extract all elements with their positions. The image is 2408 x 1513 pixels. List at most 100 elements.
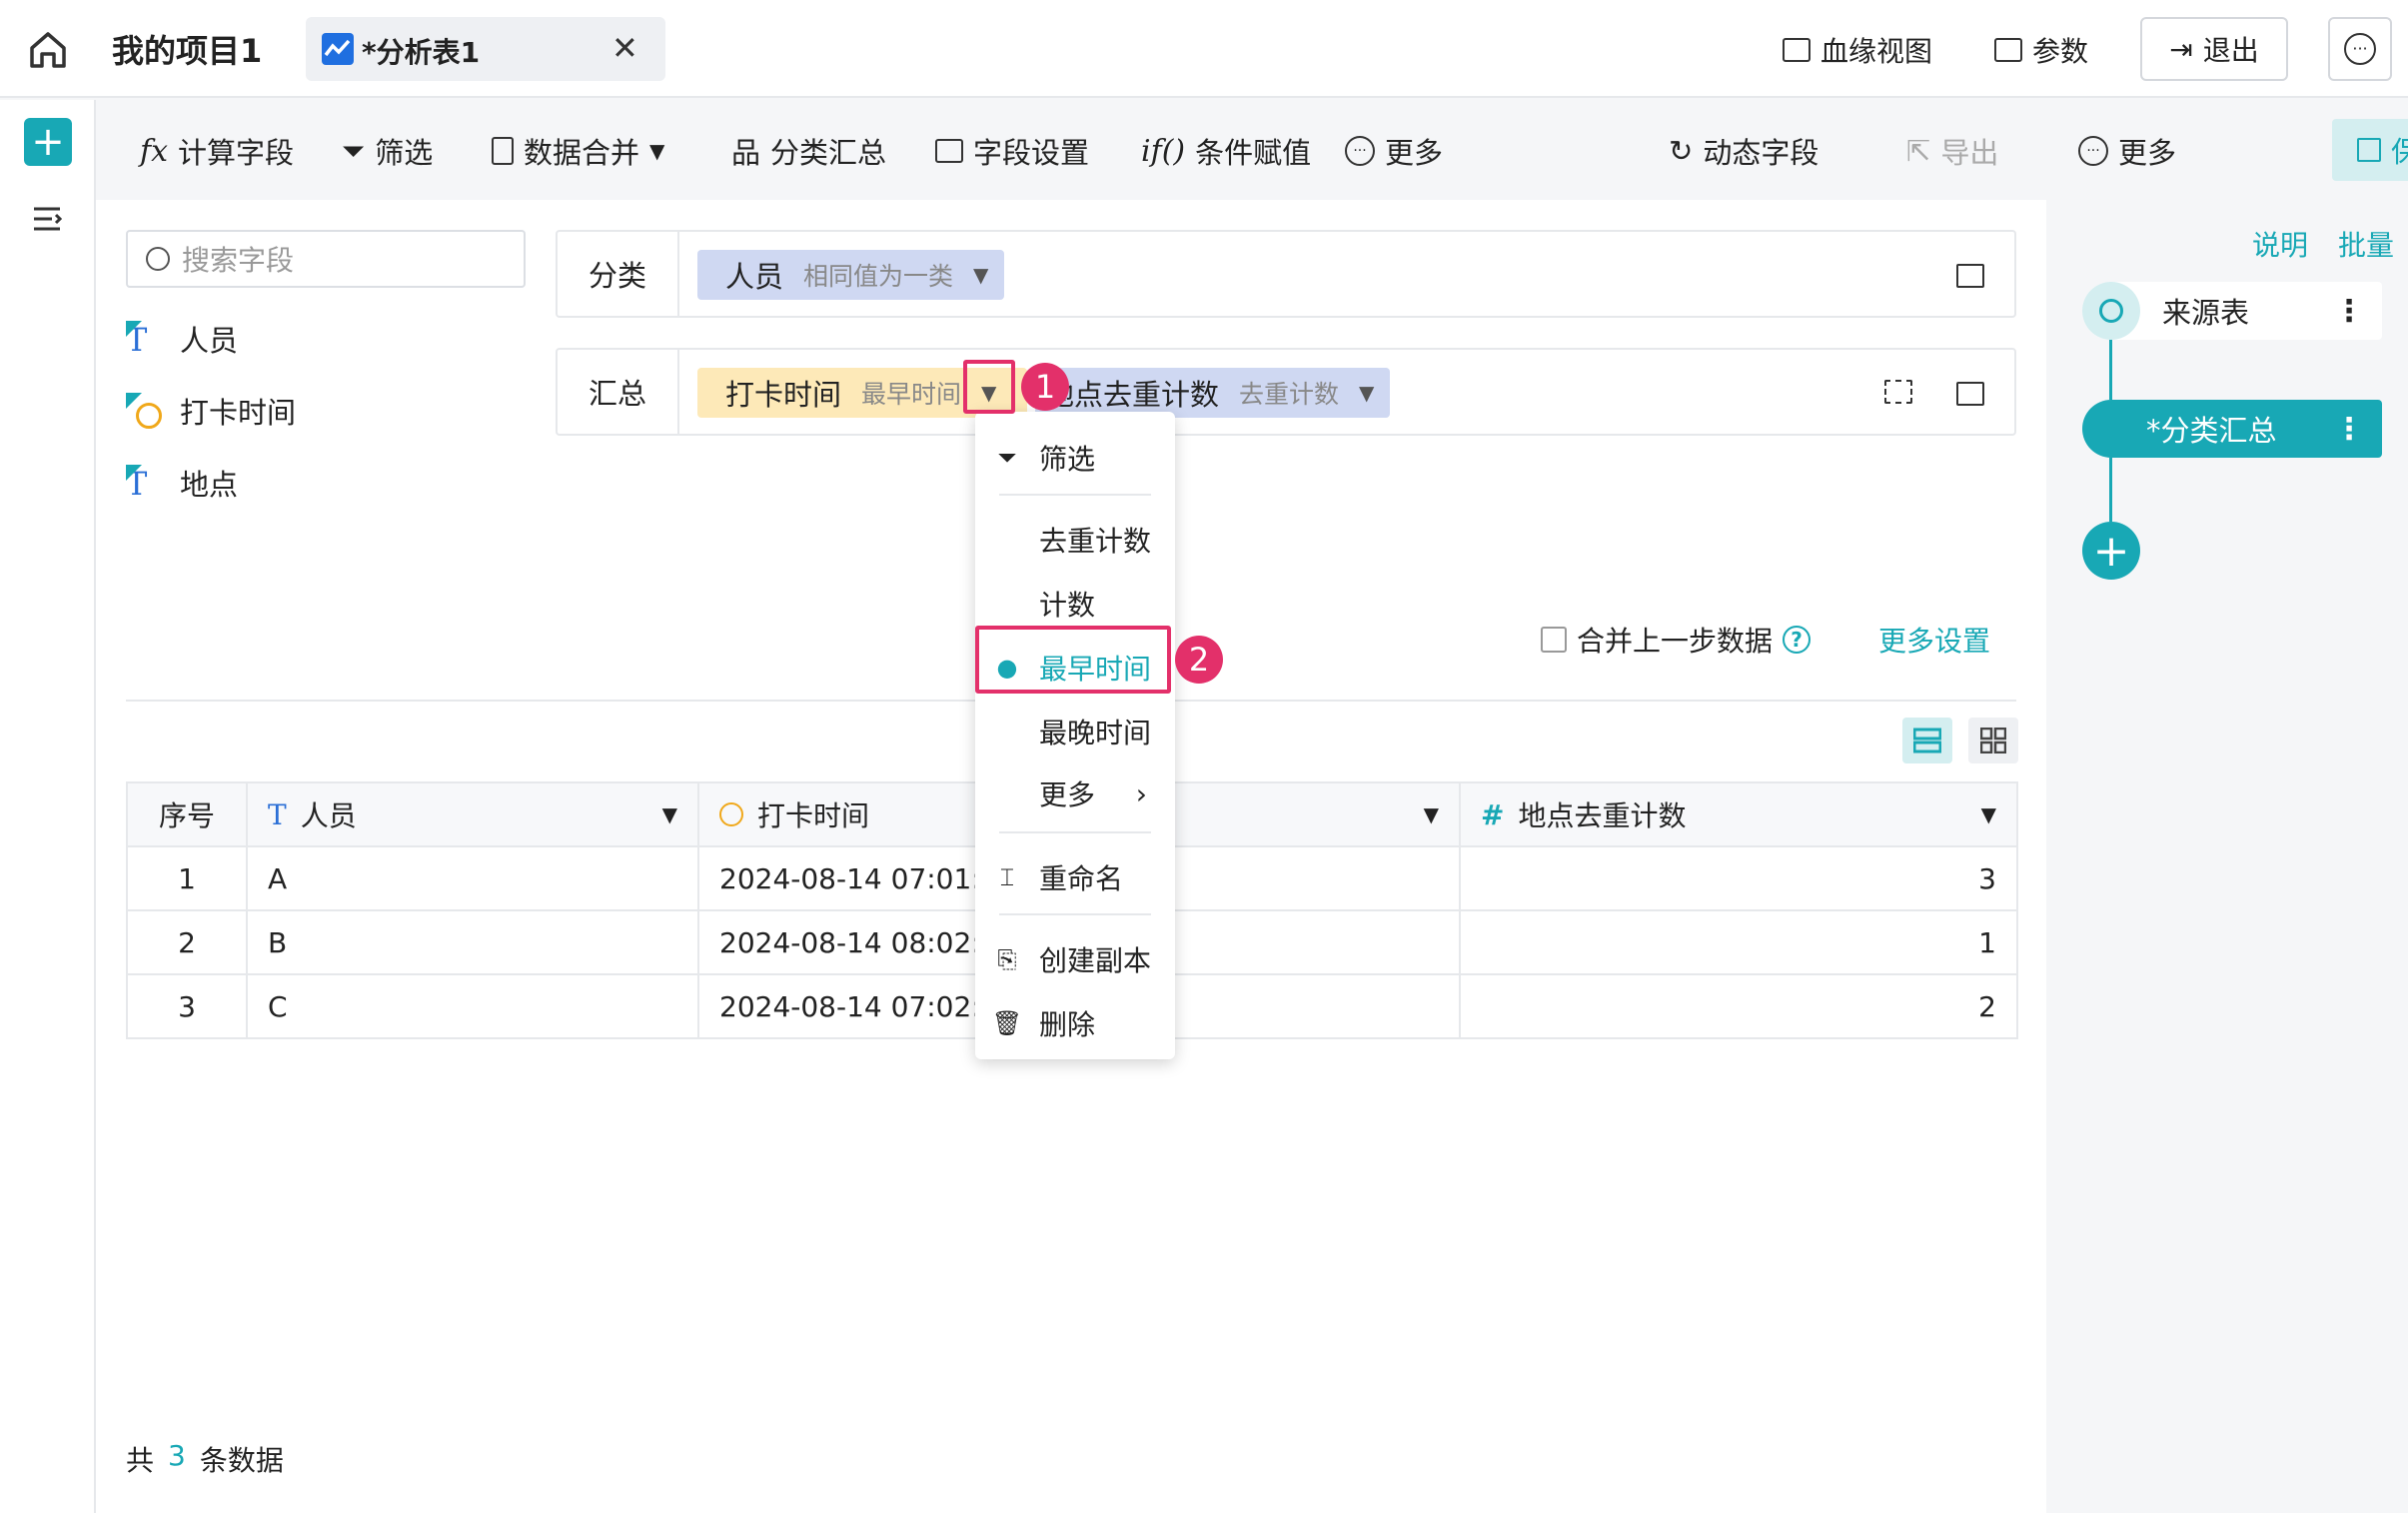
field-item-time[interactable]: 打卡时间 bbox=[126, 390, 296, 432]
calc-field-button[interactable]: fx 计算字段 bbox=[140, 130, 294, 172]
lineage-view-label: 血缘视图 bbox=[1820, 35, 1933, 68]
filter-label: 筛选 bbox=[375, 136, 434, 170]
list-view-toggle[interactable] bbox=[1902, 718, 1952, 763]
more-right-label: 更多 bbox=[2118, 136, 2177, 170]
lineage-icon bbox=[1783, 38, 1810, 62]
help-icon[interactable]: ? bbox=[1783, 626, 1811, 654]
batch-link[interactable]: 批量 bbox=[2338, 224, 2394, 264]
kebab-menu-icon[interactable]: ⋮ bbox=[2334, 294, 2364, 329]
close-icon[interactable]: ✕ bbox=[611, 29, 638, 67]
header-label: 序号 bbox=[158, 799, 215, 832]
menu-item-filter[interactable]: ⏷ 筛选 bbox=[975, 430, 1175, 486]
cell-count: 1 bbox=[1459, 909, 2018, 975]
menu-item-more[interactable]: 更多 › bbox=[975, 765, 1175, 821]
filter-button[interactable]: ⏷ 筛选 bbox=[342, 130, 433, 172]
menu-item-count[interactable]: 计数 bbox=[975, 576, 1175, 632]
dynamic-field-button[interactable]: ↻ 动态字段 bbox=[1669, 130, 1818, 172]
list-icon[interactable] bbox=[32, 206, 62, 232]
step-badge-1: 1 bbox=[1021, 363, 1069, 411]
group-summary-button[interactable]: 品 分类汇总 bbox=[731, 130, 886, 172]
lineage-view-button[interactable]: 血缘视图 bbox=[1783, 30, 1932, 70]
step-badge-2: 2 bbox=[1175, 636, 1223, 684]
right-panel-links: 说明 批量 bbox=[2252, 224, 2394, 264]
exit-button[interactable]: ⇥ 退出 bbox=[2140, 17, 2288, 81]
add-step-button[interactable]: + bbox=[2082, 522, 2140, 580]
group-summary-label: 分类汇总 bbox=[770, 136, 887, 170]
header-label: 地点去重计数 bbox=[1518, 799, 1687, 832]
group-zone-label: 分类 bbox=[558, 232, 679, 316]
explain-link[interactable]: 说明 bbox=[2252, 224, 2308, 264]
text-field-icon: T bbox=[126, 465, 148, 503]
field-settings-icon bbox=[935, 139, 963, 163]
more-circle-icon: ··· bbox=[2078, 136, 2108, 166]
field-name: 地点 bbox=[180, 468, 239, 502]
chip-mode: 相同值为一类 bbox=[803, 262, 954, 291]
clear-zone-icon[interactable] bbox=[1956, 264, 1984, 288]
chevron-down-icon[interactable]: ▼ bbox=[662, 802, 677, 826]
summary-chip-location[interactable]: 地点去重计数 去重计数 ▼ bbox=[1035, 368, 1391, 418]
export-label: 导出 bbox=[1940, 136, 1999, 170]
chevron-down-icon[interactable]: ▼ bbox=[1981, 802, 1996, 826]
export-button[interactable]: ⇱ 导出 bbox=[1906, 130, 1998, 172]
cell-person: A bbox=[246, 845, 699, 911]
menu-item-latest[interactable]: 最晚时间 bbox=[975, 704, 1175, 759]
toolbar: fx 计算字段 ⏷ 筛选 数据合并 ▼ 品 分类汇总 字段设置 if() 条件赋… bbox=[96, 100, 2408, 200]
header-person[interactable]: T 人员 ▼ bbox=[246, 781, 699, 847]
top-bar: 我的项目1 *分析表1 ✕ 血缘视图 参数 ⇥ 退出 ··· bbox=[0, 0, 2408, 98]
filter-icon: ⏷ bbox=[997, 444, 1017, 472]
exit-label: 退出 bbox=[2202, 34, 2259, 67]
dynamic-field-label: 动态字段 bbox=[1703, 136, 1819, 170]
header-index: 序号 bbox=[126, 781, 248, 847]
add-icon[interactable]: + bbox=[24, 118, 72, 166]
row-count-suffix: 条数据 bbox=[199, 1444, 284, 1477]
more-options-button[interactable]: ··· bbox=[2328, 17, 2392, 81]
chevron-down-icon[interactable]: ▼ bbox=[973, 263, 988, 287]
params-button[interactable]: 参数 bbox=[1994, 30, 2088, 70]
data-merge-button[interactable]: 数据合并 ▼ bbox=[492, 130, 664, 172]
header-count[interactable]: # 地点去重计数 ▼ bbox=[1459, 781, 2018, 847]
home-icon[interactable] bbox=[26, 28, 70, 72]
summary-zone-label: 汇总 bbox=[558, 350, 679, 434]
row-count-value: 3 bbox=[168, 1439, 186, 1472]
menu-item-rename[interactable]: ⌶ 重命名 bbox=[975, 849, 1175, 905]
condition-assign-button[interactable]: if() 条件赋值 bbox=[1141, 130, 1311, 172]
menu-item-duplicate[interactable]: ⎘ 创建副本 bbox=[975, 931, 1175, 987]
field-item-person[interactable]: T 人员 bbox=[126, 318, 238, 360]
menu-separator bbox=[999, 913, 1151, 915]
chevron-down-icon[interactable]: ▼ bbox=[1424, 802, 1439, 826]
clear-zone-icon[interactable] bbox=[1956, 382, 1984, 406]
clear-summary-icon[interactable] bbox=[1884, 380, 1912, 404]
cell-person: C bbox=[246, 973, 699, 1039]
kebab-menu-icon[interactable]: ⋮ bbox=[2334, 412, 2364, 447]
menu-item-distinct-count[interactable]: 去重计数 bbox=[975, 512, 1175, 568]
chevron-down-icon: ▼ bbox=[649, 139, 665, 163]
menu-item-label: 更多 bbox=[1039, 778, 1096, 811]
field-settings-button[interactable]: 字段设置 bbox=[935, 130, 1089, 172]
menu-separator bbox=[999, 494, 1151, 496]
source-table-node[interactable]: 来源表 ⋮ bbox=[2082, 282, 2382, 340]
search-placeholder: 搜索字段 bbox=[182, 244, 295, 277]
save-button[interactable]: 保存 bbox=[2332, 119, 2408, 181]
tab-analysis[interactable]: *分析表1 ✕ bbox=[306, 17, 665, 81]
group-chip-person[interactable]: 人员 相同值为一类 ▼ bbox=[697, 250, 1005, 300]
more-button[interactable]: ··· 更多 bbox=[1345, 130, 1443, 172]
more-right-button[interactable]: ··· 更多 bbox=[2078, 130, 2176, 172]
aggregation-menu: ⏷ 筛选 去重计数 计数 ● 最早时间 最晚时间 更多 › ⌶ 重命名 ⎘ 创建… bbox=[975, 412, 1175, 1059]
chevron-down-icon[interactable]: ▼ bbox=[1359, 381, 1374, 405]
merge-prev-checkbox[interactable] bbox=[1541, 627, 1567, 653]
summary-node[interactable]: *分类汇总 ⋮ bbox=[2082, 400, 2382, 458]
menu-separator bbox=[999, 831, 1151, 833]
flow-connector bbox=[2109, 458, 2112, 522]
menu-item-delete[interactable]: 🗑 删除 bbox=[975, 995, 1175, 1051]
search-field[interactable]: 搜索字段 bbox=[126, 230, 526, 288]
text-type-icon: T bbox=[268, 797, 287, 831]
grid-view-toggle[interactable] bbox=[1968, 718, 2018, 763]
left-rail: + bbox=[0, 100, 96, 1513]
menu-item-label: 筛选 bbox=[1039, 443, 1096, 476]
chart-line-icon bbox=[322, 33, 354, 65]
field-item-location[interactable]: T 地点 bbox=[126, 462, 238, 504]
more-settings-link[interactable]: 更多设置 bbox=[1878, 620, 1990, 660]
merge-prev-option[interactable]: 合并上一步数据 ? bbox=[1541, 620, 1811, 660]
menu-item-label: 去重计数 bbox=[1039, 525, 1152, 558]
chip-mode: 最早时间 bbox=[861, 380, 962, 409]
